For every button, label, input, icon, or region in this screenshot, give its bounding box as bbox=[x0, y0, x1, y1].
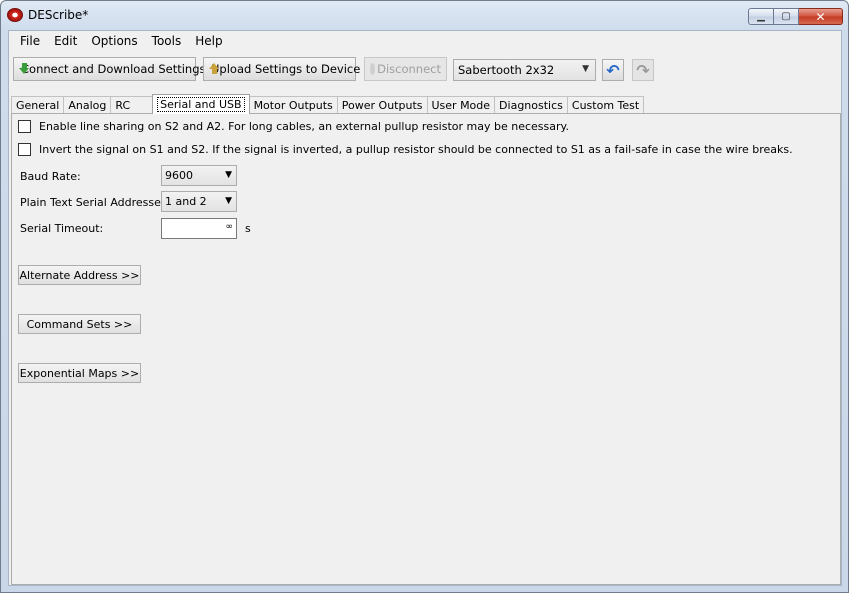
line-sharing-row: Enable line sharing on S2 and A2. For lo… bbox=[18, 120, 569, 133]
disconnect-button[interactable]: Disconnect bbox=[364, 57, 447, 81]
connect-download-button[interactable]: Connect and Download Settings bbox=[13, 57, 205, 81]
serial-addresses-label: Plain Text Serial Addresses: bbox=[20, 196, 171, 209]
app-logo-icon bbox=[7, 8, 23, 22]
serial-addresses-select[interactable]: 1 and 2 ▼ bbox=[161, 191, 237, 212]
tab-general[interactable]: General bbox=[11, 96, 65, 114]
baud-rate-select[interactable]: 9600 ▼ bbox=[161, 165, 237, 186]
redo-button[interactable]: ↷ bbox=[632, 59, 654, 81]
device-select[interactable]: Sabertooth 2x32 ▼ bbox=[453, 59, 596, 81]
chevron-down-icon: ▼ bbox=[225, 196, 232, 206]
maximize-button[interactable]: ▢ bbox=[774, 8, 799, 25]
app-window: DEScribe* ▁ ▢ ✕ File Edit Options Tools … bbox=[0, 0, 849, 593]
tab-strip: General Analog RC Serial and USB Motor O… bbox=[11, 94, 645, 114]
menu-tools[interactable]: Tools bbox=[145, 31, 189, 51]
invert-signal-checkbox[interactable] bbox=[18, 143, 31, 156]
invert-signal-row: Invert the signal on S1 and S2. If the s… bbox=[18, 143, 793, 156]
line-sharing-checkbox[interactable] bbox=[18, 120, 31, 133]
menu-help[interactable]: Help bbox=[188, 31, 229, 51]
toolbar: Connect and Download Settings Upload Set… bbox=[9, 57, 841, 85]
timeout-unit: s bbox=[245, 222, 251, 235]
command-sets-button[interactable]: Command Sets >> bbox=[18, 314, 141, 334]
upload-settings-button[interactable]: Upload Settings to Device bbox=[203, 57, 360, 81]
serial-usb-panel: Enable line sharing on S2 and A2. For lo… bbox=[11, 113, 841, 585]
baud-rate-label: Baud Rate: bbox=[20, 170, 81, 183]
undo-icon: ↶ bbox=[606, 60, 620, 80]
menu-options[interactable]: Options bbox=[84, 31, 144, 51]
disconnect-icon bbox=[370, 63, 376, 75]
menu-bar: File Edit Options Tools Help bbox=[9, 31, 841, 51]
tab-custom-test[interactable]: Custom Test bbox=[566, 96, 645, 114]
window-title: DEScribe* bbox=[28, 8, 89, 22]
chevron-down-icon: ▼ bbox=[225, 170, 232, 180]
tab-analog[interactable]: Analog bbox=[63, 96, 112, 114]
exponential-maps-button[interactable]: Exponential Maps >> bbox=[18, 363, 141, 383]
client-area: File Edit Options Tools Help Connect and… bbox=[8, 30, 842, 586]
menu-file[interactable]: File bbox=[13, 31, 47, 51]
minimize-button[interactable]: ▁ bbox=[748, 8, 774, 25]
serial-timeout-input[interactable]: ∞ bbox=[161, 218, 237, 239]
serial-timeout-label: Serial Timeout: bbox=[20, 222, 104, 235]
tab-serial-usb[interactable]: Serial and USB bbox=[152, 94, 250, 114]
title-bar[interactable]: DEScribe* ▁ ▢ ✕ bbox=[1, 1, 848, 30]
tab-diagnostics[interactable]: Diagnostics bbox=[494, 96, 568, 114]
tab-motor-outputs[interactable]: Motor Outputs bbox=[248, 96, 338, 114]
undo-button[interactable]: ↶ bbox=[602, 59, 624, 81]
tab-power-outputs[interactable]: Power Outputs bbox=[336, 96, 428, 114]
menu-edit[interactable]: Edit bbox=[47, 31, 84, 51]
alternate-address-button[interactable]: Alternate Address >> bbox=[18, 265, 141, 285]
tab-user-mode[interactable]: User Mode bbox=[426, 96, 496, 114]
chevron-down-icon: ▼ bbox=[582, 64, 589, 74]
redo-icon: ↷ bbox=[636, 60, 650, 80]
tab-rc[interactable]: RC bbox=[110, 96, 154, 114]
close-button[interactable]: ✕ bbox=[799, 8, 843, 25]
